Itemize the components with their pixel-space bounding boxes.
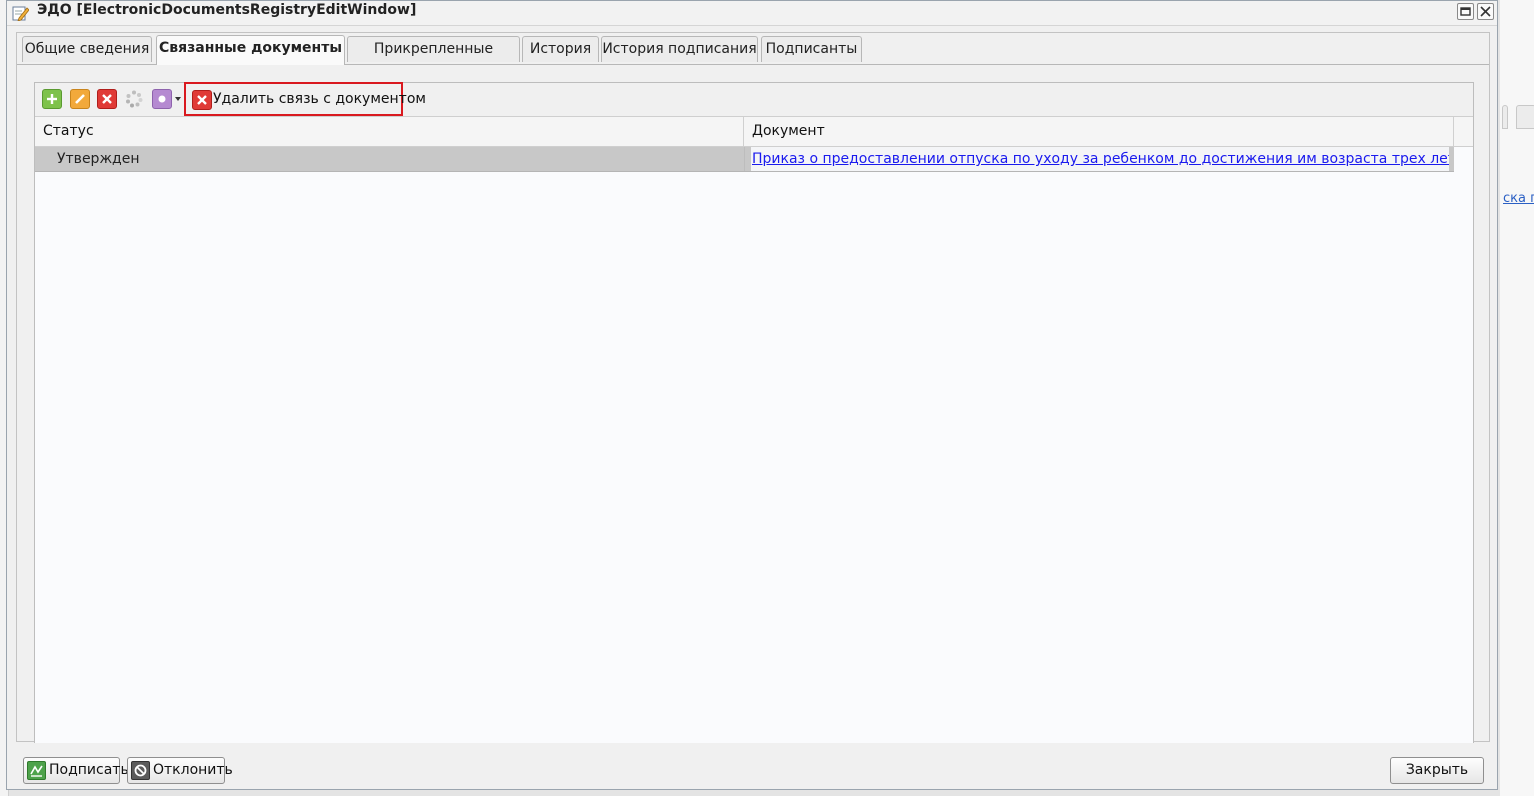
tab-attached-files[interactable]: Прикрепленные файлы xyxy=(347,36,520,82)
reject-label: Отклонить xyxy=(153,762,233,778)
close-icon[interactable] xyxy=(1477,3,1494,20)
column-header-status[interactable]: Статус xyxy=(35,117,744,146)
background-app-right: ска п xyxy=(1500,0,1534,796)
column-header-document[interactable]: Документ xyxy=(744,117,1454,146)
grid-toolbar: Удалить связь с документом xyxy=(35,82,1473,117)
tab-history[interactable]: История xyxy=(522,36,599,62)
tab-signing-history[interactable]: История подписания xyxy=(601,36,758,62)
sign-button[interactable]: Подписать xyxy=(23,757,129,784)
reject-button[interactable]: Отклонить xyxy=(127,757,233,784)
remove-document-link-button[interactable]: Удалить связь с документом xyxy=(184,82,426,116)
sign-icon xyxy=(27,761,46,780)
document-link[interactable]: Приказ о предоставлении отпуска по уходу… xyxy=(751,147,1449,171)
tab-strip: Общие сведения Связанные документы Прикр… xyxy=(17,33,1489,82)
remove-document-link-label: Удалить связь с документом xyxy=(213,91,426,107)
cell-divider xyxy=(744,147,745,171)
chevron-down-icon[interactable] xyxy=(175,97,181,101)
window-titlebar: ЭДО [ElectronicDocumentsRegistryEditWind… xyxy=(7,1,1497,26)
delete-icon[interactable] xyxy=(97,89,117,109)
window-footer: Подписать Отклонить Закрыть xyxy=(7,743,1497,789)
tab-general[interactable]: Общие сведения xyxy=(22,36,152,62)
actions-menu-icon[interactable] xyxy=(152,89,172,109)
window-title: ЭДО [ElectronicDocumentsRegistryEditWind… xyxy=(37,2,417,18)
maximize-icon[interactable] xyxy=(1457,3,1474,20)
grid-header: Статус Документ xyxy=(35,117,1473,147)
tab-linked-documents[interactable]: Связанные документы xyxy=(156,35,345,65)
status-cell: Утвержден xyxy=(57,151,140,167)
refresh-icon[interactable] xyxy=(124,89,144,109)
sign-label: Подписать xyxy=(49,762,129,778)
close-button[interactable]: Закрыть xyxy=(1390,757,1484,784)
unlink-icon xyxy=(192,90,212,110)
background-link: ска п xyxy=(1503,191,1534,206)
linked-documents-grid: Удалить связь с документом Статус Докуме… xyxy=(34,82,1474,744)
edit-window: ЭДО [ElectronicDocumentsRegistryEditWind… xyxy=(6,0,1498,790)
background-tab xyxy=(1502,105,1508,129)
edit-icon[interactable] xyxy=(70,89,90,109)
tab-signers[interactable]: Подписанты xyxy=(761,36,862,62)
reject-icon xyxy=(131,761,150,780)
add-icon[interactable] xyxy=(42,89,62,109)
document-edit-icon xyxy=(12,5,30,22)
tab-panel: Общие сведения Связанные документы Прикр… xyxy=(16,32,1490,744)
background-tab xyxy=(1516,105,1534,129)
table-row[interactable]: Утвержден Приказ о предоставлении отпуск… xyxy=(35,147,1454,172)
